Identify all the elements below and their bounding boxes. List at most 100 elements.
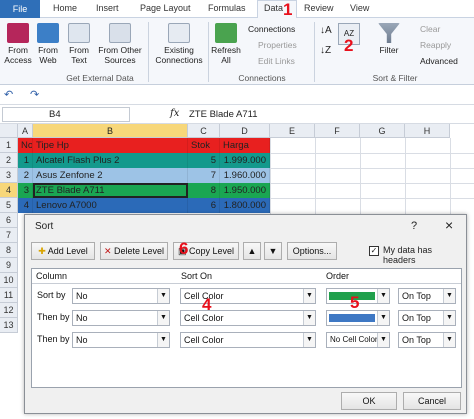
move-down-button[interactable]: ▼ [264, 242, 282, 260]
row-header[interactable]: 1 [0, 138, 18, 153]
group-label-sort-filter: Sort & Filter [372, 73, 418, 83]
sort-on-select[interactable]: Cell Color ▼ [180, 310, 316, 326]
reapply-button[interactable]: Reapply [420, 40, 451, 50]
order-color-select[interactable]: No Cell Color ▼ [326, 332, 390, 348]
properties-button[interactable]: Properties [258, 40, 297, 50]
table-cell-stok[interactable]: 5 [188, 153, 220, 168]
cell-header-tipe[interactable]: Tipe Hp [33, 138, 188, 153]
column-header-g[interactable]: G [360, 124, 405, 138]
formula-input[interactable]: ZTE Blade A711 [185, 107, 472, 122]
clear-button[interactable]: Clear [420, 24, 440, 34]
column-header-e[interactable]: E [270, 124, 315, 138]
ok-button[interactable]: OK [341, 392, 397, 410]
row-header[interactable]: 7 [0, 228, 18, 243]
column-header-h[interactable]: H [405, 124, 450, 138]
from-text-button[interactable]: From Text [64, 23, 94, 65]
row-header[interactable]: 6 [0, 213, 18, 228]
has-headers-checkbox[interactable]: ✓ [369, 246, 379, 256]
row-header[interactable]: 3 [0, 168, 18, 183]
connections-button[interactable]: Connections [248, 24, 295, 34]
row-header[interactable]: 10 [0, 273, 18, 288]
position-select[interactable]: On Top ▼ [398, 332, 456, 348]
sort-za-icon[interactable]: ↓Z [320, 44, 334, 58]
tab-view[interactable]: View [350, 3, 369, 13]
gridline [405, 138, 406, 218]
column-header-b[interactable]: B [33, 124, 188, 138]
from-other-sources-button[interactable]: From Other Sources [97, 23, 143, 65]
color-swatch-blue [329, 314, 375, 322]
row-header[interactable]: 8 [0, 243, 18, 258]
existing-connections-button[interactable]: Existing Connections [154, 23, 204, 65]
position-select[interactable]: On Top ▼ [398, 288, 456, 304]
cell-header-stok[interactable]: Stok [188, 138, 220, 153]
table-cell-harga[interactable]: 1.800.000 [220, 198, 270, 213]
cancel-button[interactable]: Cancel [403, 392, 461, 410]
table-cell-stok[interactable]: 7 [188, 168, 220, 183]
table-cell-stok[interactable]: 6 [188, 198, 220, 213]
sort-on-select[interactable]: Cell Color ▼ [180, 332, 316, 348]
column-header-f[interactable]: F [315, 124, 360, 138]
undo-icon[interactable]: ↶ [4, 88, 13, 101]
tab-formulas[interactable]: Formulas [208, 3, 246, 13]
row-header[interactable]: 4 [0, 183, 18, 198]
sort-column-select[interactable]: No ▼ [72, 288, 170, 304]
column-header-d[interactable]: D [220, 124, 270, 138]
move-up-button[interactable]: ▲ [243, 242, 261, 260]
fx-icon[interactable]: fx [170, 108, 179, 119]
delete-level-button[interactable]: ✕ Delete Level [100, 242, 168, 260]
options-button[interactable]: Options... [287, 242, 337, 260]
from-web-button[interactable]: From Web [34, 23, 62, 65]
add-level-button[interactable]: ✚ Add Level [31, 242, 95, 260]
refresh-all-button[interactable]: Refresh All [210, 23, 242, 65]
tab-page-layout[interactable]: Page Layout [140, 3, 191, 13]
position-select[interactable]: On Top ▼ [398, 310, 456, 326]
sort-by-label: Sort by [37, 290, 66, 300]
table-cell-harga[interactable]: 1.950.000 [220, 183, 270, 198]
select-all[interactable] [0, 124, 18, 138]
table-cell-tipe-selected[interactable]: ZTE Blade A711 [33, 183, 188, 198]
row-header[interactable]: 2 [0, 153, 18, 168]
table-cell-harga[interactable]: 1.999.000 [220, 153, 270, 168]
table-cell-no[interactable]: 1 [18, 153, 33, 168]
tab-file[interactable]: File [0, 0, 40, 18]
cell-header-no[interactable]: No [18, 138, 33, 153]
tab-review[interactable]: Review [304, 3, 334, 13]
table-cell-stok[interactable]: 8 [188, 183, 220, 198]
sort-column-select[interactable]: No ▼ [72, 332, 170, 348]
sort-on-select[interactable]: Cell Color ▼ [180, 288, 316, 304]
from-access-button[interactable]: From Access [3, 23, 33, 65]
row-header[interactable]: 13 [0, 318, 18, 333]
row-header[interactable]: 5 [0, 198, 18, 213]
tab-data[interactable]: Data [264, 3, 283, 13]
chevron-down-icon: ▼ [157, 289, 169, 303]
help-button[interactable]: ? [411, 220, 417, 232]
edit-links-button[interactable]: Edit Links [258, 56, 295, 66]
row-header[interactable]: 9 [0, 258, 18, 273]
table-cell-no[interactable]: 3 [18, 183, 33, 198]
redo-icon[interactable]: ↷ [30, 88, 39, 101]
arrow-down-icon: ▼ [268, 246, 278, 256]
advanced-button[interactable]: Advanced [420, 56, 458, 66]
other-sources-icon [109, 23, 131, 43]
close-button[interactable]: × [445, 217, 453, 233]
sort-column-select[interactable]: No ▼ [72, 310, 170, 326]
table-cell-tipe[interactable]: Alcatel Flash Plus 2 [33, 153, 188, 168]
column-header-c[interactable]: C [188, 124, 220, 138]
name-box[interactable]: B4 [2, 107, 130, 122]
column-header-a[interactable]: A [18, 124, 33, 138]
table-cell-tipe[interactable]: Asus Zenfone 2 [33, 168, 188, 183]
cell-header-harga[interactable]: Harga [220, 138, 270, 153]
tab-insert[interactable]: Insert [96, 3, 119, 13]
row-header[interactable]: 11 [0, 288, 18, 303]
sort-az-icon[interactable]: ↓A [320, 24, 334, 38]
tab-home[interactable]: Home [53, 3, 77, 13]
filter-button[interactable]: Filter [375, 23, 403, 55]
refresh-icon [215, 23, 237, 43]
ribbon: From Access From Web From Text From Othe… [0, 18, 474, 85]
table-cell-no[interactable]: 4 [18, 198, 33, 213]
chevron-down-icon: ▼ [377, 311, 389, 325]
table-cell-tipe[interactable]: Lenovo A7000 [33, 198, 188, 213]
row-header[interactable]: 12 [0, 303, 18, 318]
table-cell-no[interactable]: 2 [18, 168, 33, 183]
table-cell-harga[interactable]: 1.960.000 [220, 168, 270, 183]
